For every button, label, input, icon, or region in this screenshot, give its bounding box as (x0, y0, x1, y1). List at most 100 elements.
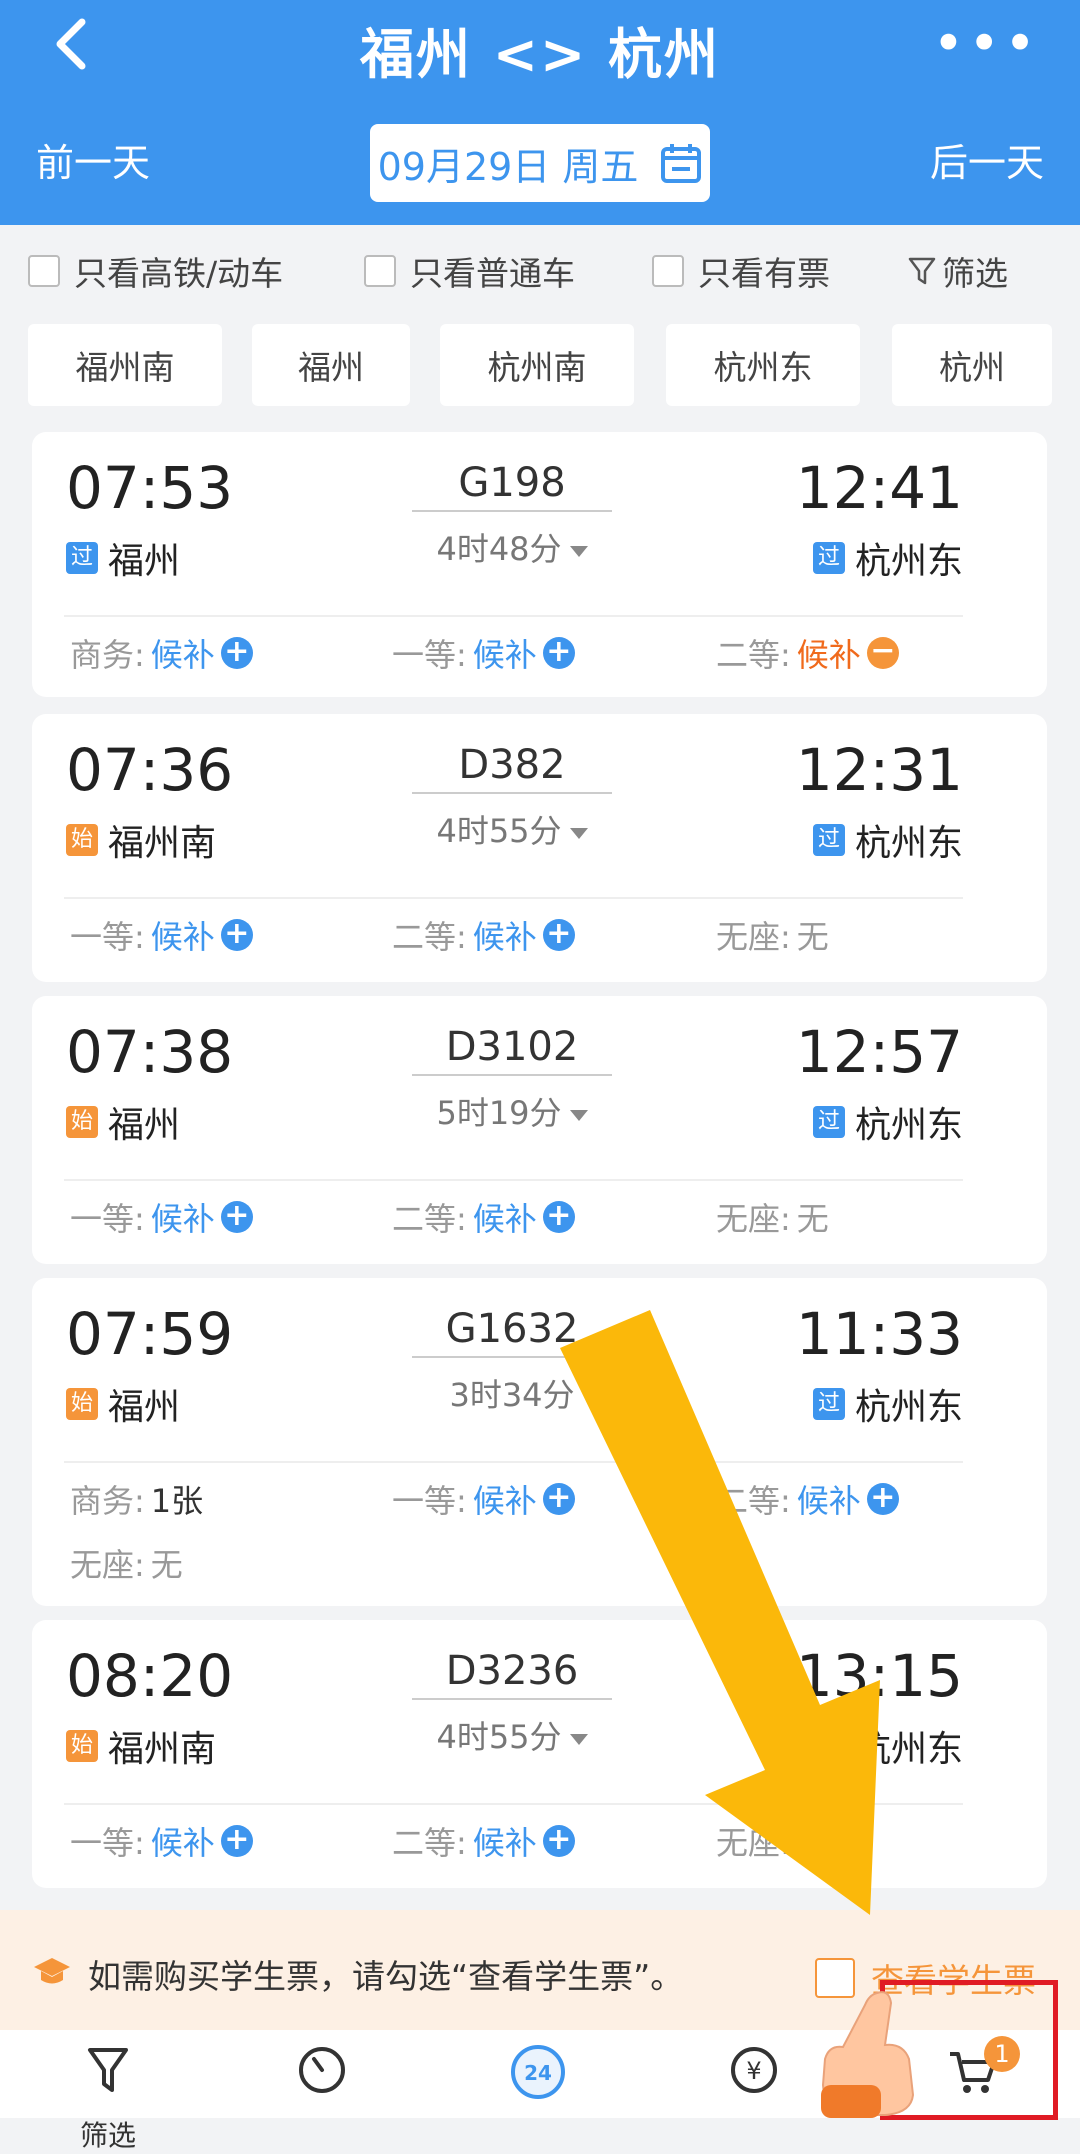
filter-high-speed-only[interactable]: 只看高铁/动车 (28, 247, 283, 295)
from-station: 始福州 (66, 1378, 180, 1430)
chevron-down-icon (569, 827, 588, 839)
train-card[interactable]: 07:36 D382 4时55分 12:31 始福州南 过杭州东 一等: 候补 + … (32, 714, 1047, 982)
next-day-button[interactable]: 后一天 (930, 132, 1044, 187)
duration[interactable]: 4时55分 (412, 806, 612, 852)
duration[interactable]: 4时48分 (412, 524, 612, 570)
tab-24h[interactable]: 24 (478, 2044, 598, 2104)
svg-text:24: 24 (524, 2061, 552, 2085)
calendar-icon (661, 144, 702, 183)
minus-icon[interactable]: − (866, 636, 899, 669)
divider (64, 615, 963, 617)
seat-info[interactable]: 一等: 候补 + (70, 1818, 253, 1864)
to-station: 过杭州东 (812, 1720, 963, 1772)
chevron-down-icon (569, 545, 588, 557)
filter-bar: 只看高铁/动车 只看普通车 只看有票 筛选 (0, 225, 1080, 315)
train-number: G1632 (412, 1306, 612, 1358)
more-menu-icon[interactable]: ••• (932, 14, 1040, 74)
divider (64, 1803, 963, 1805)
tab-price[interactable]: ¥ (694, 2044, 814, 2100)
checkbox[interactable] (652, 255, 684, 287)
to-station: 过杭州东 (812, 1378, 963, 1430)
start-tag: 始 (66, 1388, 98, 1420)
seat-info[interactable]: 商务: 候补 + (70, 630, 253, 676)
duration[interactable]: 4时55分 (412, 1712, 612, 1758)
plus-icon[interactable]: + (220, 1825, 253, 1857)
duration[interactable]: 5时19分 (412, 1088, 612, 1134)
start-tag: 始 (66, 1730, 98, 1762)
arrival-time: 12:31 (795, 736, 963, 804)
chevron-down-icon (569, 1733, 588, 1745)
divider (64, 1461, 963, 1463)
seat-info[interactable]: 一等: 候补 + (392, 1476, 575, 1522)
station-tab[interactable]: 杭州 (892, 324, 1052, 406)
start-tag: 始 (66, 824, 98, 856)
train-card[interactable]: 08:20 D3236 4时55分 13:15 始福州南 过杭州东 一等: 候补 +… (32, 1620, 1047, 1888)
station-tab[interactable]: 杭州东 (666, 324, 860, 406)
train-number: D3102 (412, 1024, 612, 1076)
filter-button[interactable]: 筛选 (908, 247, 1008, 295)
train-card[interactable]: 07:59 G1632 3时34分 11:33 始福州 过杭州东 商务: 1张 一… (32, 1278, 1047, 1606)
plus-icon[interactable]: + (220, 1201, 253, 1233)
plus-icon[interactable]: + (866, 1483, 899, 1515)
checkbox[interactable] (364, 255, 396, 287)
plus-icon[interactable]: + (542, 1201, 575, 1233)
pass-tag: 过 (812, 824, 845, 856)
filter-normal-train-only[interactable]: 只看普通车 (364, 247, 575, 295)
plus-icon[interactable]: + (542, 919, 575, 951)
graduation-cap-icon (34, 1958, 70, 1984)
station-tab[interactable]: 福州南 (28, 324, 222, 406)
pass-tag: 过 (66, 542, 98, 574)
seat-info: 无座: 无 (716, 918, 829, 956)
seat-info[interactable]: 一等: 候补 + (70, 912, 253, 958)
seat-info[interactable]: 商务: 1张 (70, 1476, 203, 1522)
checkbox[interactable] (28, 255, 60, 287)
departure-time: 07:53 (66, 454, 234, 522)
filter-icon (88, 2048, 128, 2092)
page-title: 福州 <> 杭州 (359, 23, 721, 86)
arrival-time: 12:57 (795, 1018, 963, 1086)
from-station: 始福州 (66, 1096, 180, 1148)
seat-info[interactable]: 二等: 候补 + (392, 1194, 575, 1240)
seat-info[interactable]: 二等: 候补 − (716, 630, 899, 676)
station-tab[interactable]: 福州 (252, 324, 410, 406)
plus-icon[interactable]: + (220, 637, 253, 669)
yen-icon: ¥ (731, 2047, 777, 2093)
seat-info[interactable]: 二等: 候补 + (716, 1476, 899, 1522)
clock-icon (299, 2047, 345, 2093)
date-picker[interactable]: 09月29日 周五 (370, 124, 710, 202)
chevron-down-icon (569, 1109, 588, 1121)
plus-icon[interactable]: + (542, 637, 575, 669)
duration[interactable]: 3时34分 (412, 1370, 612, 1416)
arrival-time: 13:15 (795, 1642, 963, 1710)
arrival-time: 11:33 (795, 1300, 963, 1368)
tab-time[interactable] (262, 2044, 382, 2100)
header: 福州 <> 杭州 ••• 前一天 09月29日 周五 后一天 (0, 0, 1080, 225)
train-card[interactable]: 07:38 D3102 5时19分 12:57 始福州 过杭州东 一等: 候补 + … (32, 996, 1047, 1264)
departure-time: 07:36 (66, 736, 234, 804)
prev-day-button[interactable]: 前一天 (36, 132, 150, 187)
station-tabs: 福州南 福州 杭州南 杭州东 杭州 (0, 318, 1080, 413)
train-number: D382 (412, 742, 612, 794)
plus-icon[interactable]: + (542, 1483, 575, 1515)
seat-info: 无座: 无 (70, 1546, 183, 1584)
from-station: 始福州南 (66, 1720, 216, 1772)
train-card[interactable]: 07:53 G198 4时48分 12:41 过福州 过杭州东 商务: 候补 + 一… (32, 432, 1047, 697)
seat-info[interactable]: 一等: 候补 + (70, 1194, 253, 1240)
departure-time: 08:20 (66, 1642, 234, 1710)
arrival-time: 12:41 (795, 454, 963, 522)
pass-tag: 过 (812, 1388, 845, 1420)
pass-tag: 过 (812, 542, 845, 574)
seat-info[interactable]: 二等: 候补 + (392, 1818, 575, 1864)
to-station: 过杭州东 (812, 532, 963, 584)
notice-text: 如需购买学生票，请勾选“查看学生票”。 (88, 1957, 684, 1996)
plus-icon[interactable]: + (220, 919, 253, 951)
divider (64, 897, 963, 899)
to-station: 过杭州东 (812, 814, 963, 866)
tab-filter[interactable]: 筛选 (48, 2044, 168, 2152)
filter-available-only[interactable]: 只看有票 (652, 247, 830, 295)
station-tab[interactable]: 杭州南 (440, 324, 634, 406)
plus-icon[interactable]: + (542, 1825, 575, 1857)
seat-info[interactable]: 二等: 候补 + (392, 912, 575, 958)
pointing-hand-icon (821, 1991, 915, 2118)
seat-info[interactable]: 一等: 候补 + (392, 630, 575, 676)
